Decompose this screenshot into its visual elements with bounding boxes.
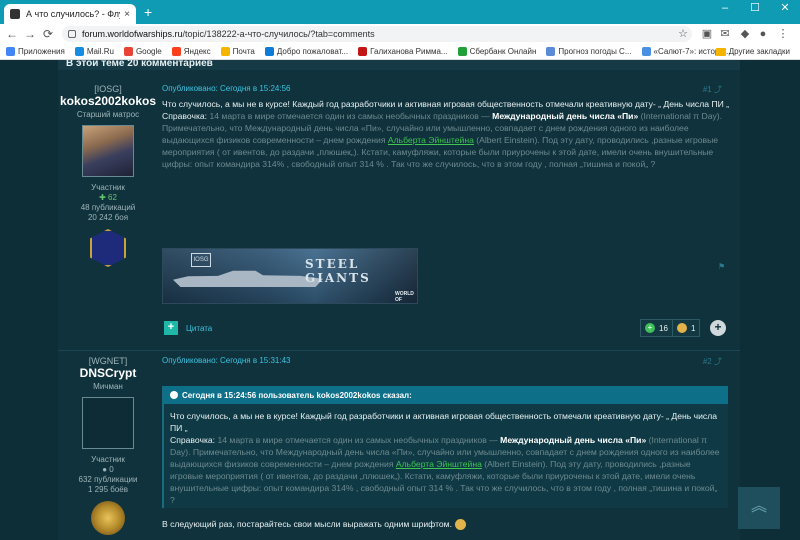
address-bar[interactable]: forum.worldofwarships.ru/topic/138222-а-… bbox=[62, 26, 692, 42]
bookmark-welcome[interactable]: Добро пожаловат... bbox=[264, 47, 348, 56]
author-nick[interactable]: kokos2002kokos bbox=[58, 94, 158, 108]
avatar-icon[interactable]: ● bbox=[756, 27, 770, 41]
einstein-link[interactable]: Альберта Эйнштейна bbox=[396, 459, 482, 469]
bookmark-mailru[interactable]: Mail.Ru bbox=[74, 47, 114, 56]
author-role: Участник bbox=[91, 455, 125, 464]
emoji-icon bbox=[454, 519, 466, 531]
author-publications: 632 публикации bbox=[78, 475, 138, 484]
bookmark-apps[interactable]: Приложения bbox=[6, 47, 65, 56]
quote-plus-button[interactable]: + bbox=[164, 321, 178, 335]
galikhanova-icon bbox=[358, 47, 368, 56]
smile-icon bbox=[677, 323, 687, 333]
bookmark-yandex[interactable]: Яндекс bbox=[171, 47, 211, 56]
bookmark-sberbank[interactable]: Сбербанк Онлайн bbox=[457, 47, 536, 56]
back-button[interactable]: ← bbox=[4, 26, 20, 42]
tab-title: А что случилось? - Флудилка - W bbox=[26, 9, 120, 19]
salyut-icon bbox=[641, 47, 651, 56]
post-number[interactable]: #2 ⤴ bbox=[703, 356, 722, 367]
add-reaction-button[interactable]: + bbox=[710, 320, 726, 336]
other-bookmarks[interactable]: Другие закладки bbox=[715, 47, 790, 56]
site-favicon-icon bbox=[10, 9, 20, 19]
forum-page: В этой теме 20 комментариев [IOSG] kokos… bbox=[0, 60, 800, 540]
bookmark-star-icon[interactable]: ☆ bbox=[676, 27, 690, 41]
post-published-date[interactable]: Опубликовано: Сегодня в 15:24:56 bbox=[162, 84, 730, 98]
author-reputation: ✚ 62 bbox=[99, 193, 117, 202]
post-2: [WGNET] DNSCrypt Мичман Участник ● 0 632… bbox=[58, 356, 740, 540]
quote-header[interactable]: Сегодня в 15:24:56 пользователь kokos200… bbox=[164, 386, 728, 404]
close-window-button[interactable]: ✕ bbox=[770, 0, 800, 18]
mailru-icon bbox=[74, 47, 84, 56]
quote-text: Что случилось, а мы не в курсе! Каждый г… bbox=[170, 411, 720, 505]
bookmark-weather[interactable]: Прогноз погоды С... bbox=[546, 47, 632, 56]
maximize-button[interactable]: ☐ bbox=[740, 0, 770, 18]
post-text: Что случилось, а мы не в курсе! Каждый г… bbox=[162, 99, 729, 169]
new-tab-button[interactable]: + bbox=[144, 5, 152, 19]
plus-icon: + bbox=[645, 323, 655, 333]
post-body: Опубликовано: Сегодня в 15:31:43 #2 ⤴ bbox=[162, 356, 730, 370]
post-author: [WGNET] DNSCrypt Мичман Участник ● 0 632… bbox=[58, 356, 158, 535]
menu-kebab-icon[interactable]: ⋮ bbox=[776, 27, 790, 41]
avatar[interactable] bbox=[82, 397, 134, 449]
author-rank: Мичман bbox=[93, 382, 123, 391]
tab-close-icon[interactable]: × bbox=[124, 9, 130, 20]
sberbank-icon bbox=[457, 47, 467, 56]
url-text: forum.worldofwarships.ru/topic/138222-а-… bbox=[82, 29, 375, 39]
share-icon[interactable]: ⤴ bbox=[714, 85, 722, 94]
bookmark-galikhanova[interactable]: Галиханова Римма... bbox=[358, 47, 448, 56]
weather-icon bbox=[546, 47, 556, 56]
reaction-smile[interactable]: 1 bbox=[672, 319, 701, 337]
apps-icon bbox=[6, 47, 15, 56]
reload-button[interactable]: ⟳ bbox=[40, 26, 56, 42]
share-icon[interactable]: ⤴ bbox=[714, 357, 722, 366]
google-icon bbox=[123, 47, 133, 56]
banner-title: STEEL GIANTS bbox=[305, 257, 371, 285]
reaction-plus[interactable]: +16 bbox=[640, 319, 673, 337]
quote-check-icon bbox=[170, 391, 178, 399]
browser-tab-strip: А что случилось? - Флудилка - W × + – ☐ … bbox=[0, 0, 800, 24]
quote-block: Сегодня в 15:24:56 пользователь kokos200… bbox=[162, 386, 728, 508]
clan-badge-icon bbox=[90, 229, 126, 267]
wows-logo: WORLD OF WARSHIPS bbox=[395, 291, 414, 303]
reply-text: В следующий раз, постарайтесь свои мысли… bbox=[162, 518, 466, 531]
mail-icon bbox=[220, 47, 230, 56]
lock-icon bbox=[68, 30, 76, 38]
post-published-date[interactable]: Опубликовано: Сегодня в 15:31:43 bbox=[162, 356, 730, 370]
author-clan: [IOSG] bbox=[94, 84, 122, 94]
yandex-icon bbox=[171, 47, 181, 56]
author-nick[interactable]: DNSCrypt bbox=[58, 366, 158, 380]
report-icon[interactable]: ⚑ bbox=[718, 262, 725, 271]
quote-button[interactable]: Цитата bbox=[186, 324, 212, 333]
author-clan: [WGNET] bbox=[88, 356, 128, 366]
einstein-link[interactable]: Альберта Эйнштейна bbox=[388, 135, 474, 145]
author-role: Участник bbox=[91, 183, 125, 192]
browser-tab[interactable]: А что случилось? - Флудилка - W × bbox=[4, 4, 136, 24]
extension-3-icon[interactable]: ◆ bbox=[738, 27, 752, 41]
scroll-to-top-button[interactable]: ︽ bbox=[738, 487, 780, 529]
signature-banner: IOSG STEEL GIANTS WORLD OF WARSHIPS bbox=[162, 248, 418, 304]
extension-2-icon[interactable]: ✉ bbox=[718, 27, 732, 41]
extension-icon[interactable]: ▣ bbox=[700, 27, 714, 41]
avatar[interactable] bbox=[82, 125, 134, 177]
author-rank: Старший матрос bbox=[76, 110, 140, 119]
bookmark-mail[interactable]: Почта bbox=[220, 47, 255, 56]
bookmark-google[interactable]: Google bbox=[123, 47, 162, 56]
post-body: Опубликовано: Сегодня в 15:24:56 #1 ⤴ Чт… bbox=[162, 84, 730, 170]
author-battles: 1 295 боёв bbox=[88, 485, 128, 494]
author-reputation: ● 0 bbox=[102, 465, 114, 474]
author-publications: 48 публикаций bbox=[80, 203, 136, 212]
comment-count-header: В этой теме 20 комментариев bbox=[58, 60, 740, 70]
banner-clan-badge: IOSG bbox=[191, 253, 211, 267]
minimize-button[interactable]: – bbox=[710, 0, 740, 18]
post-divider bbox=[58, 350, 740, 351]
bookmarks-bar: Приложения Mail.Ru Google Яндекс Почта Д… bbox=[0, 44, 800, 60]
folder-icon bbox=[715, 47, 726, 56]
forward-button[interactable]: → bbox=[22, 26, 38, 42]
welcome-icon bbox=[264, 47, 274, 56]
post-1: [IOSG] kokos2002kokos Старший матрос Уча… bbox=[58, 84, 740, 346]
post-author: [IOSG] kokos2002kokos Старший матрос Уча… bbox=[58, 84, 158, 267]
post-number[interactable]: #1 ⤴ bbox=[703, 84, 722, 95]
browser-toolbar: ← → ⟳ forum.worldofwarships.ru/topic/138… bbox=[0, 24, 800, 44]
award-medal-icon bbox=[91, 501, 125, 535]
author-battles: 20 242 боя bbox=[87, 213, 129, 222]
